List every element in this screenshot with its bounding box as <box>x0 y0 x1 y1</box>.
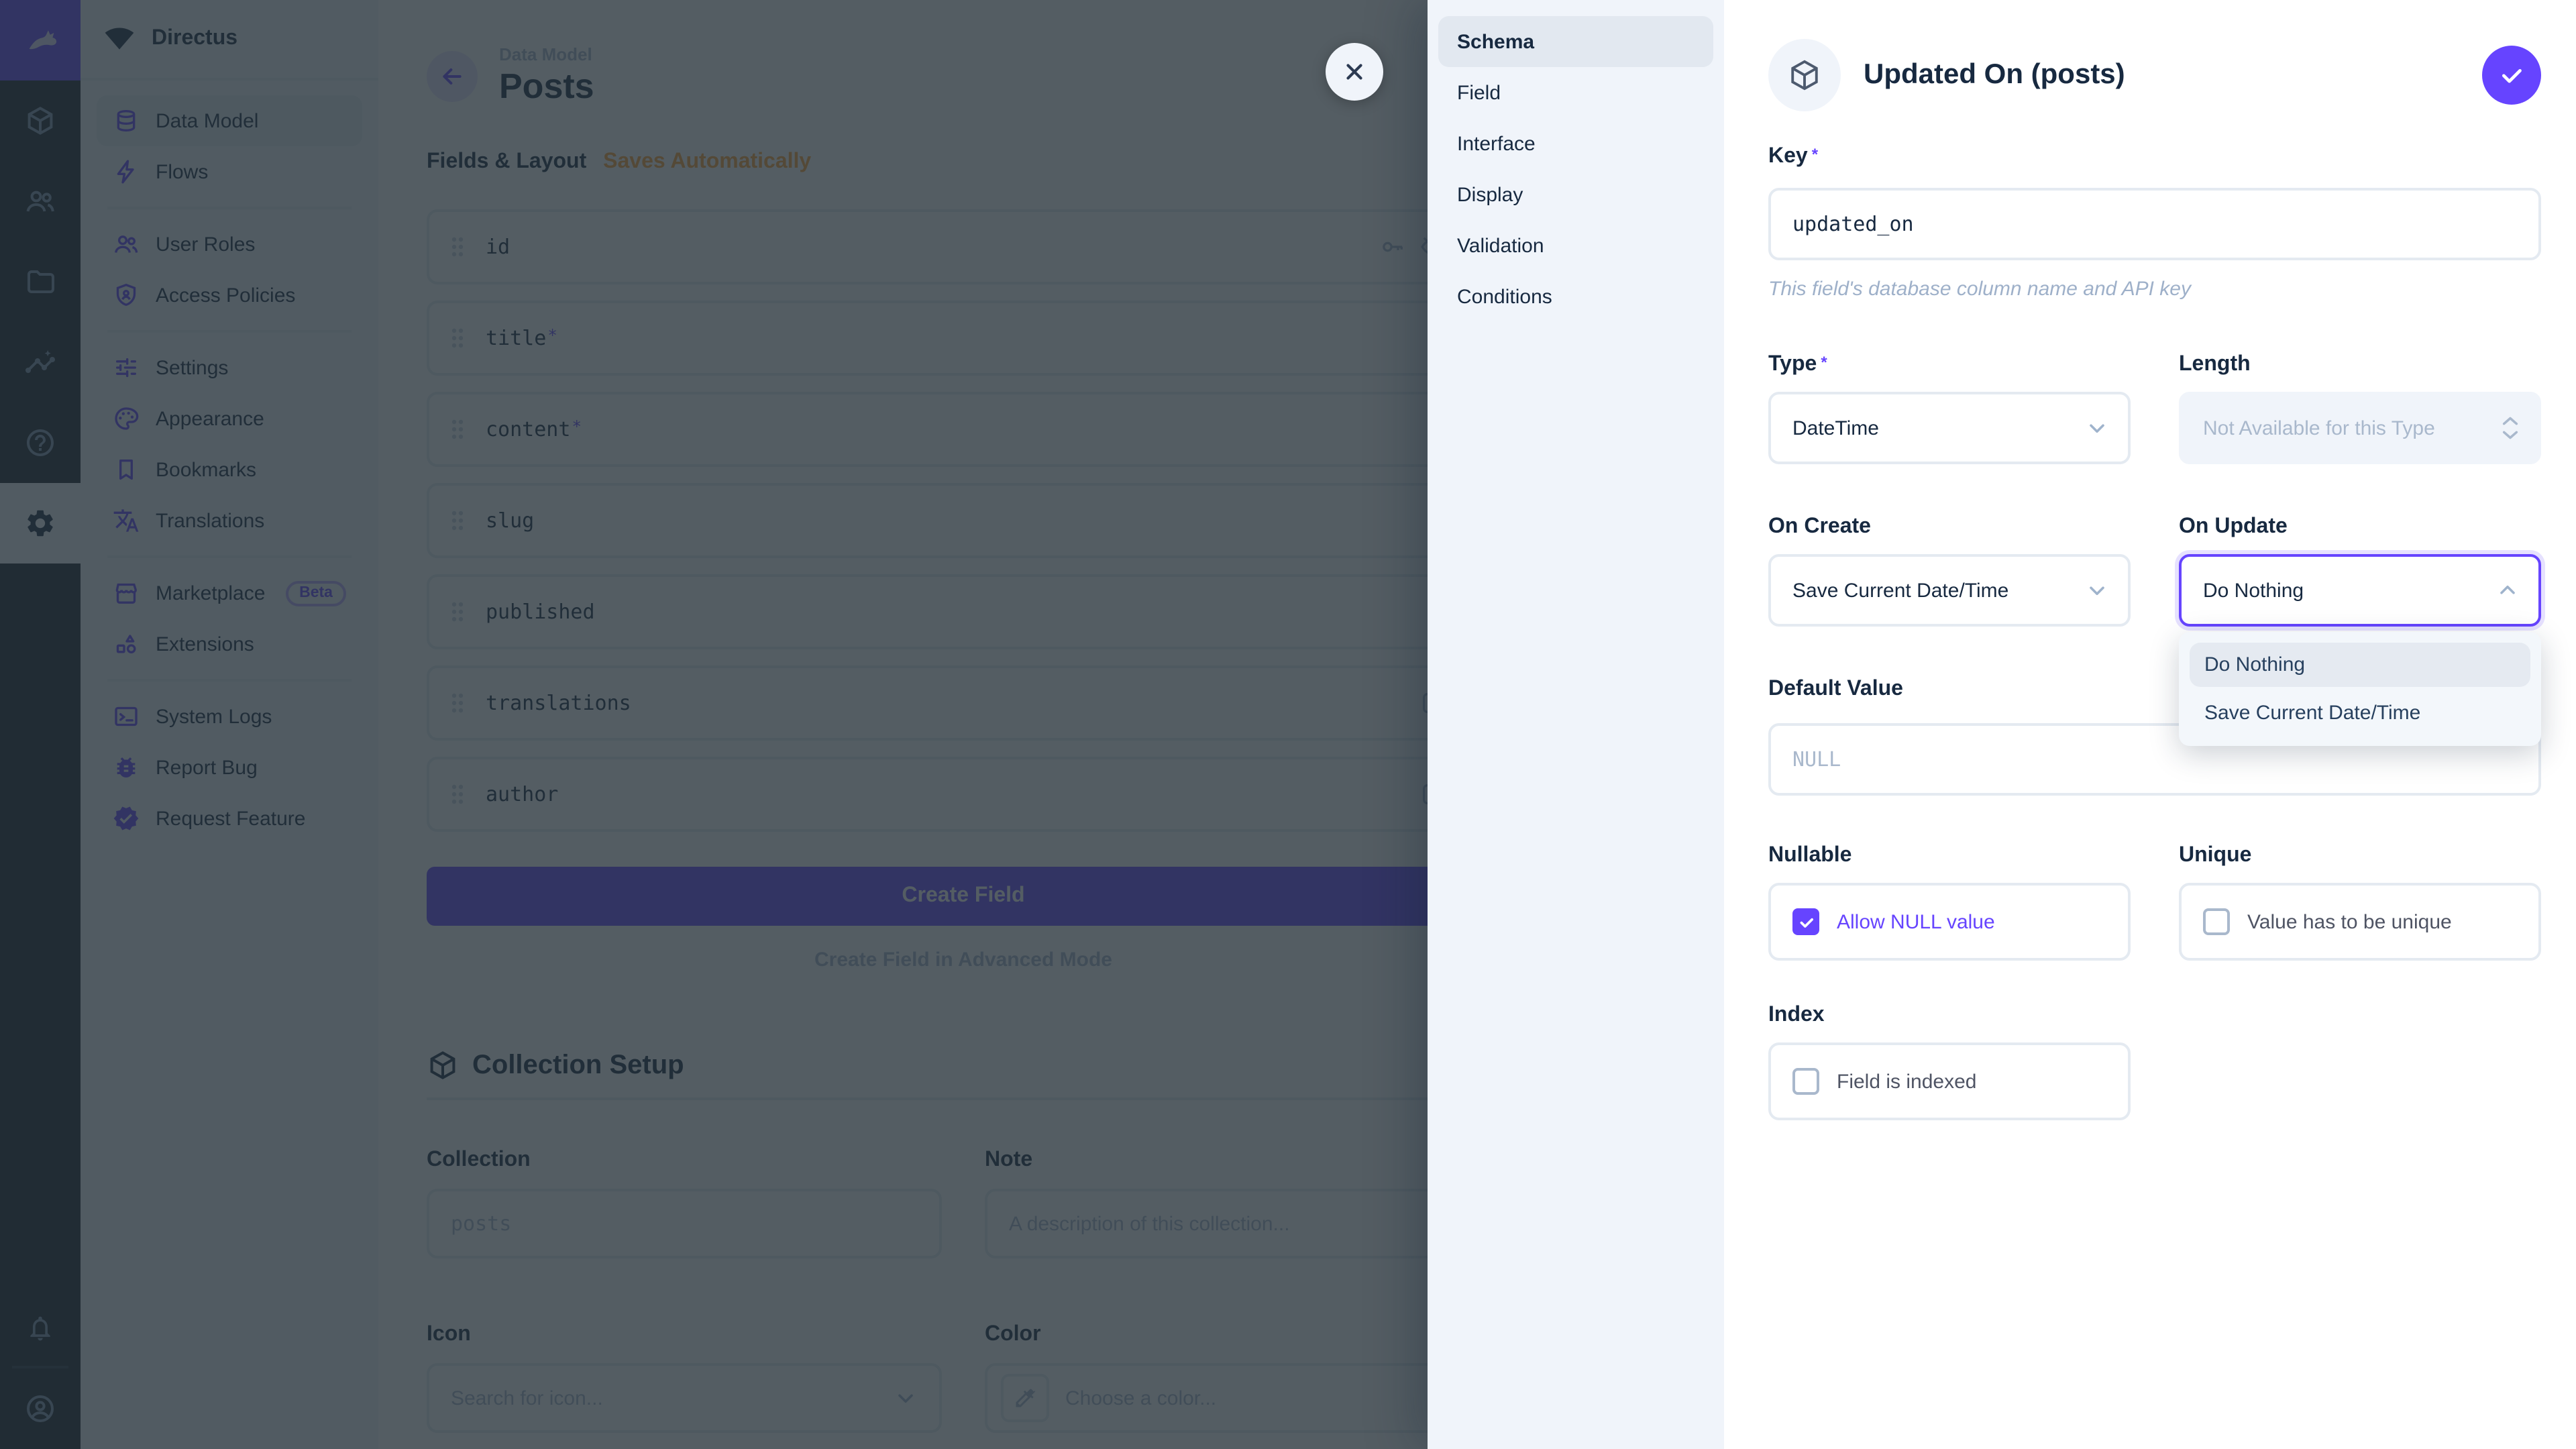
checkbox-label: Allow NULL value <box>1837 910 1995 933</box>
required-mark: * <box>1821 353 1827 372</box>
tab-validation[interactable]: Validation <box>1438 220 1713 271</box>
close-drawer-button[interactable] <box>1326 43 1383 101</box>
key-label: Key* <box>1768 145 2541 169</box>
nullable-checkbox-row[interactable]: Allow NULL value <box>1768 883 2131 961</box>
drawer-content: Updated On (posts) Key* updated_on This … <box>1724 0 2576 1449</box>
on-create-select[interactable]: Save Current Date/Time <box>1768 554 2131 627</box>
on-update-value: Do Nothing <box>2203 579 2304 602</box>
box-icon <box>1787 58 1822 93</box>
checkbox-checked[interactable] <box>1792 908 1819 935</box>
required-mark: * <box>1812 145 1818 164</box>
checkbox-unchecked[interactable] <box>2203 908 2230 935</box>
type-label: Type* <box>1768 353 2131 377</box>
type-value: DateTime <box>1792 417 1879 439</box>
tab-field[interactable]: Field <box>1438 67 1713 118</box>
menu-item-do-nothing[interactable]: Do Nothing <box>2190 643 2530 687</box>
close-icon <box>1342 59 1367 85</box>
length-label: Length <box>2179 353 2541 377</box>
drawer-title: Updated On (posts) <box>1864 59 2125 91</box>
chevron-up-icon <box>2496 578 2520 602</box>
unique-checkbox-row[interactable]: Value has to be unique <box>2179 883 2541 961</box>
length-input: Not Available for this Type <box>2179 392 2541 464</box>
field-detail-drawer: Schema Field Interface Display Validatio… <box>1428 0 2576 1449</box>
chevron-down-icon <box>2085 578 2109 602</box>
on-create-value: Save Current Date/Time <box>1792 579 2008 602</box>
menu-item-save-current-datetime[interactable]: Save Current Date/Time <box>2190 691 2530 735</box>
key-value: updated_on <box>1792 212 1914 236</box>
on-update-field-group: On Update Do Nothing Do Nothing Save Cur… <box>2179 515 2541 627</box>
chevron-down-icon <box>2085 416 2109 440</box>
key-field-group: Key* updated_on This field's database co… <box>1768 145 2541 301</box>
type-field-group: Type* DateTime <box>1768 353 2131 464</box>
chevron-up-icon <box>2501 415 2520 427</box>
index-checkbox-row[interactable]: Field is indexed <box>1768 1042 2131 1120</box>
tab-conditions[interactable]: Conditions <box>1438 271 1713 322</box>
type-length-row: Type* DateTime Length Not Available for … <box>1768 353 2541 464</box>
nullable-unique-row: Nullable Allow NULL value Unique Value h… <box>1768 844 2541 961</box>
on-create-label: On Create <box>1768 515 2131 539</box>
default-value-placeholder: NULL <box>1792 747 1841 771</box>
length-placeholder: Not Available for this Type <box>2203 417 2435 439</box>
tab-display[interactable]: Display <box>1438 169 1713 220</box>
tab-schema[interactable]: Schema <box>1438 16 1713 67</box>
nullable-field-group: Nullable Allow NULL value <box>1768 844 2131 961</box>
checkbox-label: Field is indexed <box>1837 1070 1976 1093</box>
nullable-label: Nullable <box>1768 844 2131 868</box>
index-label: Index <box>1768 1004 2541 1028</box>
unique-field-group: Unique Value has to be unique <box>2179 844 2541 961</box>
field-type-icon-circle <box>1768 39 1841 111</box>
type-select[interactable]: DateTime <box>1768 392 2131 464</box>
key-helper-text: This field's database column name and AP… <box>1768 278 2541 301</box>
on-update-label: On Update <box>2179 515 2541 539</box>
drawer-overlay[interactable] <box>0 0 1428 1449</box>
check-icon <box>2498 62 2525 89</box>
unique-label: Unique <box>2179 844 2541 868</box>
save-button[interactable] <box>2482 46 2541 105</box>
checkbox-label: Value has to be unique <box>2247 910 2452 933</box>
length-field-group: Length Not Available for this Type <box>2179 353 2541 464</box>
chevron-down-icon <box>2501 429 2520 441</box>
checkbox-unchecked[interactable] <box>1792 1068 1819 1095</box>
key-input[interactable]: updated_on <box>1768 188 2541 260</box>
check-icon <box>1797 913 1815 930</box>
drawer-header: Updated On (posts) <box>1768 0 2541 150</box>
tab-interface[interactable]: Interface <box>1438 118 1713 169</box>
on-update-dropdown-menu: Do Nothing Save Current Date/Time <box>2179 632 2541 746</box>
on-update-select[interactable]: Do Nothing <box>2179 554 2541 627</box>
on-create-update-row: On Create Save Current Date/Time On Upda… <box>1768 515 2541 627</box>
number-stepper[interactable] <box>2501 415 2520 441</box>
drawer-tab-list: Schema Field Interface Display Validatio… <box>1428 0 1724 1449</box>
on-create-field-group: On Create Save Current Date/Time <box>1768 515 2131 627</box>
index-field-group: Index Field is indexed <box>1768 1004 2541 1120</box>
